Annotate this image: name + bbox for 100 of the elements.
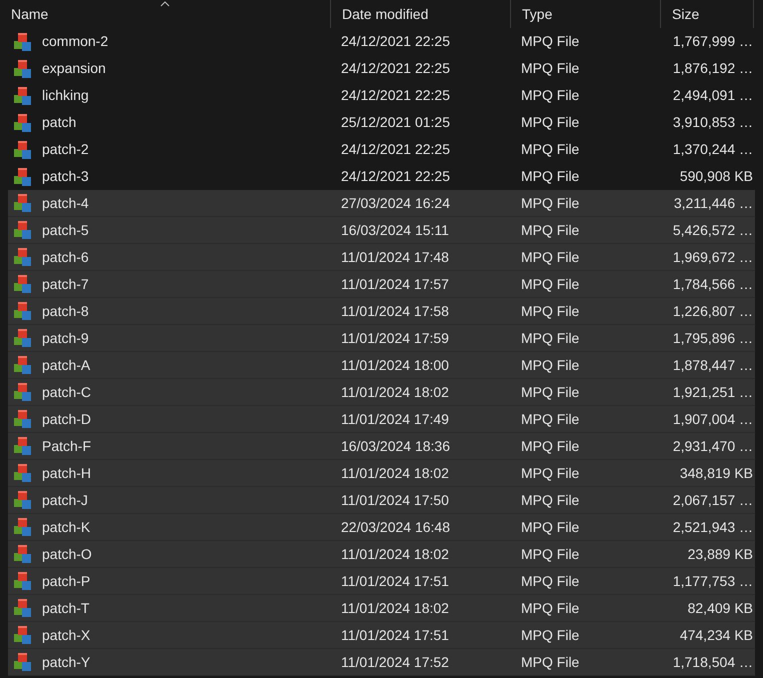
file-size: 1,370,244 … [672,140,753,159]
date-modified: 11/01/2024 18:02 [341,546,449,562]
date-modified: 11/01/2024 18:02 [341,384,449,400]
file-type: MPQ File [521,276,580,292]
file-row[interactable]: patch-H 11/01/2024 18:02 MPQ File 348,819 KB [8,460,755,487]
file-size: 2,931,470 … [672,436,753,456]
column-header[interactable]: Type [510,0,660,28]
file-name: patch-D [42,410,92,429]
cubes-icon [13,436,33,456]
file-size: 1,795,896 … [672,328,753,348]
file-name: patch-9 [42,328,89,348]
file-name: patch-7 [42,274,89,294]
file-size: 1,878,447 … [672,356,753,374]
date-modified: 11/01/2024 17:50 [341,492,449,508]
file-size: 1,177,753 … [672,572,753,590]
date-modified: 16/03/2024 18:36 [341,438,450,454]
file-type: MPQ File [521,464,580,480]
file-row[interactable]: patch-J 11/01/2024 17:50 MPQ File 2,067,157 … [8,487,755,514]
cubes-icon [13,140,33,160]
date-modified: 11/01/2024 17:52 [341,654,449,670]
date-modified: 11/01/2024 18:00 [341,356,449,372]
file-type: MPQ File [521,168,580,184]
file-row[interactable]: patch-O 11/01/2024 18:02 MPQ File 23,889 KB [8,541,755,568]
file-type: MPQ File [521,410,580,426]
column-header[interactable]: Size [660,0,754,28]
file-type: MPQ File [521,654,580,670]
file-type: MPQ File [521,302,580,318]
file-row[interactable]: patch-2 24/12/2021 22:25 MPQ File 1,370,244 … [8,136,755,163]
date-modified: 25/12/2021 01:25 [341,114,450,130]
file-name: patch-2 [42,140,89,159]
cubes-icon [13,598,33,618]
file-size: 1,226,807 … [672,302,753,320]
cubes-icon [13,490,33,510]
file-type: MPQ File [521,87,580,103]
file-row[interactable]: patch-P 11/01/2024 17:51 MPQ File 1,177,753 … [8,568,755,595]
file-type: MPQ File [521,626,580,642]
file-row[interactable]: patch-C 11/01/2024 18:02 MPQ File 1,921,251 … [8,379,755,406]
file-row[interactable]: patch-X 11/01/2024 17:51 MPQ File 474,234 KB [8,622,755,649]
cubes-icon [13,86,33,106]
file-type: MPQ File [521,222,580,238]
file-size: 590,908 KB [680,167,753,186]
file-type: MPQ File [521,33,580,49]
file-row[interactable]: patch-9 11/01/2024 17:59 MPQ File 1,795,896 … [8,325,755,352]
file-row[interactable]: patch-3 24/12/2021 22:25 MPQ File 590,908 KB [8,163,755,190]
cubes-icon [13,58,33,78]
file-row[interactable]: patch-7 11/01/2024 17:57 MPQ File 1,784,566 … [8,271,755,298]
file-size: 2,067,157 … [672,490,753,510]
file-size: 1,718,504 … [672,652,753,672]
file-name: patch-A [42,356,90,375]
file-row[interactable]: common-2 24/12/2021 22:25 MPQ File 1,767,999 … [8,28,755,55]
file-name: lichking [42,86,89,105]
cubes-icon [13,571,33,591]
sort-up-icon [160,1,170,7]
file-name: common-2 [42,32,108,51]
date-modified: 11/01/2024 18:02 [341,600,449,616]
file-name: patch-Y [42,652,90,672]
file-size: 1,784,566 … [672,274,753,294]
file-name: expansion [42,59,106,78]
date-modified: 11/01/2024 17:57 [341,276,449,292]
file-name: patch-J [42,490,88,510]
cubes-icon [13,112,33,132]
cubes-icon [13,382,33,402]
file-row[interactable]: lichking 24/12/2021 22:25 MPQ File 2,494,091 … [8,82,755,109]
file-name: patch-6 [42,248,89,267]
file-row[interactable]: patch-A 11/01/2024 18:00 MPQ File 1,878,447 … [8,352,755,379]
cubes-icon [13,652,33,672]
file-type: MPQ File [521,492,580,508]
file-row[interactable]: patch-5 16/03/2024 15:11 MPQ File 5,426,572 … [8,217,755,244]
file-type: MPQ File [521,114,580,130]
file-name: patch-4 [42,194,89,213]
file-name: patch-T [42,598,90,618]
file-row[interactable]: patch-T 11/01/2024 18:02 MPQ File 82,409 KB [8,595,755,622]
file-name: patch-X [42,626,90,645]
file-size: 474,234 KB [680,626,753,644]
file-row[interactable]: expansion 24/12/2021 22:25 MPQ File 1,876,192 … [8,55,755,82]
file-type: MPQ File [521,141,580,157]
file-size: 1,876,192 … [672,59,753,78]
file-row[interactable]: patch-D 11/01/2024 17:49 MPQ File 1,907,004 … [8,406,755,433]
date-modified: 16/03/2024 15:11 [341,222,449,238]
file-type: MPQ File [521,600,580,616]
date-modified: 11/01/2024 17:51 [341,626,449,642]
file-row[interactable]: patch-Y 11/01/2024 17:52 MPQ File 1,718,504 … [8,649,755,676]
file-name: Patch-F [42,436,92,456]
file-row[interactable]: patch-6 11/01/2024 17:48 MPQ File 1,969,672 … [8,244,755,271]
file-type: MPQ File [521,330,580,346]
file-size: 348,819 KB [680,464,753,482]
file-row[interactable]: patch 25/12/2021 01:25 MPQ File 3,910,853 … [8,109,755,136]
file-row[interactable]: patch-8 11/01/2024 17:58 MPQ File 1,226,807 … [8,298,755,325]
date-modified: 11/01/2024 17:59 [341,330,449,346]
cubes-icon [13,625,33,645]
column-header[interactable]: Name [0,0,330,28]
date-modified: 24/12/2021 22:25 [341,141,450,157]
file-row[interactable]: patch-K 22/03/2024 16:48 MPQ File 2,521,943 … [8,514,755,541]
file-size: 1,921,251 … [672,382,753,402]
cubes-icon [13,328,33,348]
file-row[interactable]: patch-4 27/03/2024 16:24 MPQ File 3,211,446 … [8,190,755,217]
file-name: patch-P [42,572,90,591]
file-row[interactable]: Patch-F 16/03/2024 18:36 MPQ File 2,931,470 … [8,433,755,460]
column-header[interactable]: Date modified [330,0,510,28]
cubes-icon [13,517,33,537]
